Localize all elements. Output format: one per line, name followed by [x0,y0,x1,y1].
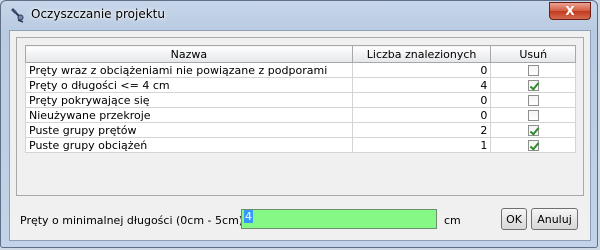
cleanup-group: Nazwa Liczba znalezionych Usuń Pręty wra… [16,37,584,196]
min-length-row: Pręty o minimalnej długości (0cm - 5cm) … [10,207,590,233]
dialog-body: Nazwa Liczba znalezionych Usuń Pręty wra… [9,30,591,241]
min-length-label: Pręty o minimalnej długości (0cm - 5cm) [20,214,244,227]
remove-checkbox[interactable] [527,140,539,151]
min-length-input[interactable]: 4 [241,209,437,229]
cancel-button[interactable]: Anuluj [531,208,578,230]
row-name: Puste grupy prętów [25,122,353,138]
row-name: Pręty wraz z obciążeniami nie powiązane … [25,62,353,78]
min-length-value: 4 [244,210,253,223]
robot-app-icon [9,7,25,23]
remove-checkbox[interactable] [527,125,539,136]
table-header-row: Nazwa Liczba znalezionych Usuń [25,45,576,63]
table-viewport: Nazwa Liczba znalezionych Usuń Pręty wra… [25,45,576,195]
ok-button[interactable]: OK [501,208,527,230]
close-icon: X [565,4,575,18]
row-name: Nieużywane przekroje [25,107,353,123]
unit-label: cm [444,214,461,227]
row-name: Pręty o długości <= 4 cm [25,77,353,93]
dialog-window: Oczyszczanie projektu X Nazwa Liczba zna… [0,0,598,248]
row-count: 0 [351,92,492,108]
row-count: 2 [351,122,492,138]
remove-checkbox[interactable] [527,65,539,76]
remove-checkbox[interactable] [527,95,539,106]
row-count: 0 [351,62,492,78]
table-row[interactable]: Puste grupy obciążeń 1 [25,137,576,153]
remove-checkbox[interactable] [527,80,539,91]
window-title: Oczyszczanie projektu [31,7,165,21]
row-name: Pręty pokrywające się [25,92,353,108]
table-row[interactable]: Nieużywane przekroje 0 [25,107,576,123]
row-count: 4 [351,77,492,93]
column-header-name[interactable]: Nazwa [25,45,353,63]
column-header-remove[interactable]: Usuń [490,45,576,63]
column-header-count[interactable]: Liczba znalezionych [351,45,492,63]
cleanup-table: Nazwa Liczba znalezionych Usuń Pręty wra… [25,45,576,153]
table-row[interactable]: Puste grupy prętów 2 [25,122,576,138]
table-row[interactable]: Pręty pokrywające się 0 [25,92,576,108]
table-row[interactable]: Pręty wraz z obciążeniami nie powiązane … [25,62,576,78]
title-bar: Oczyszczanie projektu X [1,1,597,29]
remove-checkbox[interactable] [527,110,539,121]
row-count: 1 [351,137,492,153]
row-name: Puste grupy obciążeń [25,137,353,153]
row-count: 0 [351,107,492,123]
close-button[interactable]: X [549,2,591,20]
table-row[interactable]: Pręty o długości <= 4 cm 4 [25,77,576,93]
